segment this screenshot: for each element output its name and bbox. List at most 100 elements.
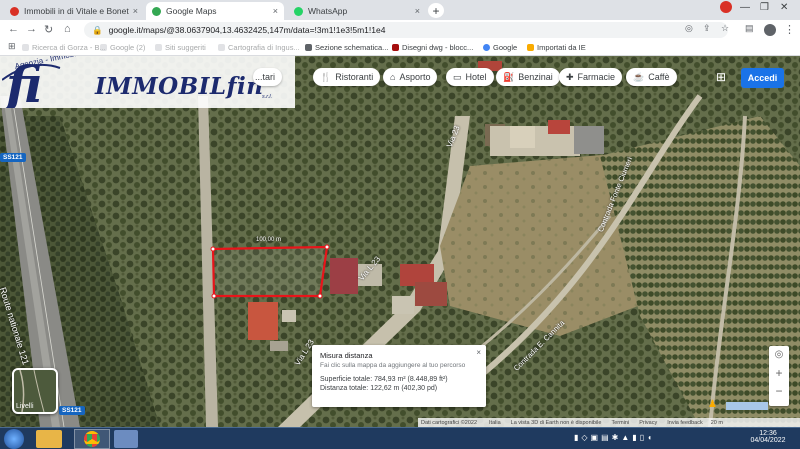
lock-icon: 🔒	[92, 24, 103, 35]
bookmark-item[interactable]: Siti suggeriti	[155, 43, 206, 52]
map-footer: Dati cartografici ©2022 Italia La vista …	[418, 418, 800, 427]
start-button-icon[interactable]	[4, 429, 24, 449]
avatar[interactable]	[764, 24, 776, 36]
fork-knife-icon: 🍴	[320, 71, 332, 82]
bed-icon: ▭	[453, 71, 462, 82]
scale-bar[interactable]: 20 m	[711, 420, 723, 426]
menu-dots-icon[interactable]: ⋮	[784, 23, 795, 36]
feedback-link[interactable]: Invia feedback	[667, 420, 702, 426]
chip-label: Ristoranti	[335, 72, 374, 82]
app-icon[interactable]	[114, 430, 138, 448]
tab-strip: Immobili in di Vitale e Bonetti s.r. × G…	[0, 0, 800, 20]
coffee-icon: ☕	[633, 71, 645, 82]
reload-icon[interactable]: ↻	[44, 23, 53, 36]
chip-label: Farmacie	[577, 72, 616, 82]
bookmark-label: Cartografia di Ingus...	[228, 43, 300, 52]
chrome-icon	[84, 431, 100, 447]
close-icon[interactable]: ×	[476, 348, 481, 357]
chip-hotel[interactable]: ▭ Hotel	[446, 68, 494, 86]
zoom-out-icon[interactable]: −	[769, 382, 789, 400]
bookmark-item[interactable]: Cartografia di Ingus...	[218, 43, 300, 52]
whatsapp-favicon-icon	[294, 6, 303, 16]
map-country[interactable]: Italia	[489, 420, 501, 426]
bookmark-item[interactable]: Ricerca di Gorza - B...	[22, 43, 106, 52]
bookmarks-bar: ⊞ Ricerca di Gorza - B... Google (2) Sit…	[0, 40, 800, 56]
logo-brand: IMMOBILfin	[95, 73, 264, 100]
chip-asporto[interactable]: ⌂ Asporto	[383, 68, 438, 86]
location-icon[interactable]: ◎	[685, 23, 693, 34]
measure-segment-label: 100,00 m	[256, 237, 282, 243]
chip-caffe[interactable]: ☕ Caffè	[626, 68, 677, 86]
layers-button[interactable]: Livelli	[12, 368, 58, 414]
bookmark-label: Google (2)	[110, 43, 146, 52]
folder-icon	[527, 44, 534, 51]
bookmark-item[interactable]: Google (2)	[100, 43, 145, 52]
address-bar[interactable]: 🔒 google.it/maps/@38.0637904,13.4632425,…	[84, 22, 728, 38]
back-icon[interactable]: ←	[8, 23, 19, 35]
share-icon[interactable]: ⇪	[703, 23, 711, 34]
pegman-icon[interactable]: ♟	[708, 399, 717, 410]
forward-icon[interactable]: →	[26, 23, 37, 35]
chip-label: Caffè	[648, 72, 670, 82]
url-text: google.it/maps/@38.0637904,13.4632425,14…	[108, 25, 386, 35]
windows-taskbar: ▮◇▣▤✱▲▮▯◖ 12:36 04/04/2022	[0, 427, 800, 449]
chip-farmacie[interactable]: ✚ Farmacie	[559, 68, 623, 86]
google-maps-favicon-icon	[152, 6, 161, 16]
bookmark-label: Sezione schematica...	[315, 43, 389, 52]
apps-grid-icon[interactable]: ⊞	[8, 41, 16, 52]
zoom-in-icon[interactable]: +	[769, 364, 789, 382]
my-location-icon[interactable]: ◎	[769, 346, 789, 364]
sign-in-button[interactable]: Accedi	[741, 68, 784, 88]
bookmark-label: Ricerca di Gorza - B...	[32, 43, 106, 52]
bookmark-favicon-icon	[22, 44, 29, 51]
bookmark-label: Importati da IE	[537, 43, 586, 52]
favicon-immobili-icon	[10, 6, 19, 16]
bookmark-item[interactable]: Disegni dwg - blocc...	[392, 43, 473, 52]
close-tab-icon[interactable]: ×	[133, 6, 138, 16]
home-icon[interactable]: ⌂	[64, 23, 71, 35]
road-shield-ss121: SS121	[59, 406, 85, 415]
clock-date: 04/04/2022	[750, 437, 786, 444]
immobilfin-logo: fi Agenzia - Immobiliare IMMOBILfin s.r.…	[0, 56, 295, 108]
bookmark-favicon-icon	[392, 44, 399, 51]
side-panel-icon[interactable]: ▤	[745, 23, 754, 34]
clock-time: 12:36	[759, 430, 777, 437]
measure-hint: Fai clic sulla mappa da aggiungere al tu…	[320, 362, 466, 369]
google-apps-icon[interactable]: ⊞	[716, 70, 726, 84]
clock[interactable]: 12:36 04/04/2022	[744, 430, 792, 444]
bookmark-item[interactable]: Google	[483, 43, 517, 52]
chip-label: Asporto	[399, 72, 431, 82]
measure-title: Misura distanza	[320, 351, 373, 360]
map-copyright: Dati cartografici ©2022	[421, 419, 478, 426]
satellite-map[interactable]: SS121 SS121 Route nationale 121 Via 23 V…	[0, 56, 800, 427]
bookmark-label: Disegni dwg - blocc...	[402, 43, 474, 52]
bookmark-label: Siti suggeriti	[165, 43, 206, 52]
tab-immobili[interactable]: Immobili in di Vitale e Bonetti s.r. ×	[4, 2, 144, 20]
minimize-icon[interactable]: —	[740, 2, 750, 13]
close-window-icon[interactable]: ✕	[780, 2, 788, 13]
chrome-taskbar-button[interactable]	[74, 429, 110, 449]
bookmark-item[interactable]: Sezione schematica...	[305, 43, 388, 52]
privacy-link[interactable]: Privacy	[639, 420, 657, 426]
close-tab-icon[interactable]: ×	[273, 6, 278, 16]
close-tab-icon[interactable]: ×	[415, 6, 420, 16]
tray-icons[interactable]: ▮◇▣▤✱▲▮▯◖	[574, 433, 655, 442]
imagery-thumbnails[interactable]	[726, 402, 768, 410]
pharmacy-icon: ✚	[566, 71, 574, 82]
bookmark-folder[interactable]: Importati da IE	[527, 43, 586, 52]
terms-link[interactable]: Termini	[611, 420, 629, 426]
logo-suffix: s.r.l.	[262, 94, 273, 100]
new-tab-button[interactable]: +	[428, 3, 444, 18]
chip-benzinai[interactable]: ⛽ Benzinai	[496, 68, 560, 86]
bookmark-star-icon[interactable]: ☆	[721, 23, 729, 34]
tab-whatsapp[interactable]: WhatsApp ×	[288, 2, 426, 20]
measure-area: Superficie totale: 784,93 m² (8.448,89 f…	[320, 376, 448, 383]
google-favicon-icon	[483, 44, 490, 51]
maximize-icon[interactable]: ❐	[760, 2, 769, 13]
chip-partial[interactable]: ...tari	[253, 68, 283, 86]
profile-badge-icon[interactable]	[720, 1, 732, 13]
file-explorer-icon[interactable]	[36, 430, 62, 448]
tab-google-maps[interactable]: Google Maps ×	[146, 2, 284, 20]
chip-ristoranti[interactable]: 🍴 Ristoranti	[313, 68, 381, 86]
bookmark-label: Google	[493, 43, 518, 52]
